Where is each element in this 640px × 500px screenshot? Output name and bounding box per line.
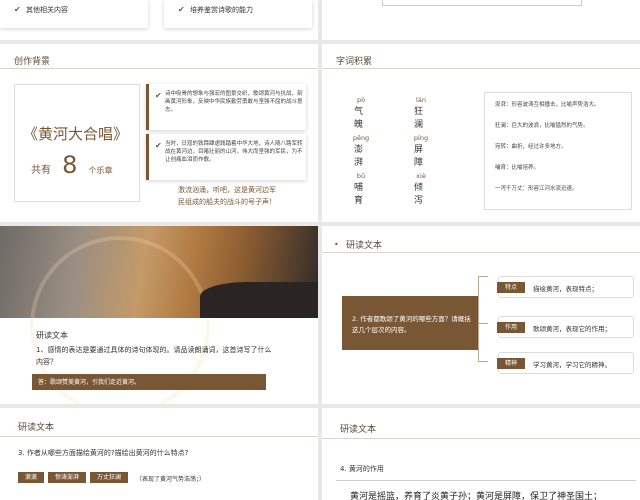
feature-tag: 万丈狂澜 <box>90 472 128 483</box>
item-label: 其他相关内容 <box>26 6 68 14</box>
question-text: 1、感情的表达是要通过具体的诗句体现的。请品读朗诵词，这首诗写了什么内容？ <box>36 346 272 366</box>
pinyin: pēng <box>352 134 370 142</box>
word: 屏 障 <box>413 145 428 168</box>
slide-title: 研读文本 <box>346 241 383 251</box>
word-cell: pò 气 魄 <box>346 96 376 130</box>
slide-top-right[interactable] <box>322 0 640 40</box>
rock <box>200 282 318 318</box>
slide-title: 字词积累 <box>336 57 373 67</box>
slide-reading-2[interactable]: • 研读文本 2. 作者都歌颂了黄河的哪些方面？请概括这几个层次的内容。 特点 … <box>322 226 640 404</box>
pinyin: xiè <box>416 172 426 180</box>
caption-line: 民组成的船夫的战斗的号子声！ <box>178 198 276 206</box>
aspect-tag: 精神 <box>497 358 525 369</box>
empty-card <box>382 0 582 6</box>
word-cell: lán 狂 澜 <box>406 96 436 130</box>
point-text: 当时，日寇的铁蹄肆虐践踏着中华大地，诗人随八路军转战在黄河边，目睹壮丽的山河，伟… <box>165 141 303 163</box>
caption: 激流汹涌，听吧，这是黄河边军 民组成的船夫的战斗的号子声！ <box>152 184 302 208</box>
waterfall-photo <box>0 226 318 404</box>
title-divider <box>322 68 640 69</box>
caption-line: 激流汹涌，听吧，这是黄河边军 <box>178 186 276 194</box>
word-cell: pēng 澎 湃 <box>346 134 376 168</box>
connector-line <box>478 323 488 324</box>
word-cell: píng 屏 障 <box>406 134 436 168</box>
slide-creation-background[interactable]: 创作背景 《黄河大合唱》 共有 8 个乐章 ✔ 诗中吸骨的想象与强宏的图景交织，… <box>0 44 318 222</box>
connector-line <box>478 276 488 362</box>
pinyin: pò <box>356 96 366 104</box>
movement-count: 8 <box>62 151 78 179</box>
definition-card: 澎湃：形容波涛互相撞击，比喻声势浩大。 狂澜：巨大的波浪，比喻猛烈的气势。 宛转… <box>484 92 632 210</box>
aspect-text: 歌颂黄河，表现它的作用； <box>533 325 611 333</box>
feature-note: （表现了黄河气势浩荡；） <box>136 476 206 483</box>
word: 澎 湃 <box>353 145 368 168</box>
title-divider <box>322 252 640 253</box>
aspect-row: 精神 学习黄河，学习它的精神。 <box>497 352 634 374</box>
content-card-left: ✔ 其他相关内容 <box>0 0 148 28</box>
answer-box: 答：歌颂赞美黄河，引我们走近黄河。 <box>32 374 266 390</box>
aspect-text: 学习黄河，学习它的精神。 <box>533 361 611 369</box>
title-divider <box>0 436 318 437</box>
feature-tag: 滚滚 <box>18 472 44 483</box>
body-text: 黄河是摇篮，养育了炎黄子孙；黄河是屏障，保卫了神圣国土； <box>350 492 603 500</box>
word-grid: pò 气 魄 lán 狂 澜 pēng 澎 湃 píng 屏 障 bǔ 哺 育 xiè 倾 … <box>332 82 478 212</box>
movement-prefix: 共有 <box>31 165 51 176</box>
check-icon: ✔ <box>178 5 185 14</box>
point-card-2: ✔ 当时，日寇的铁蹄肆虐践踏着中华大地，诗人随八路军转战在黄河边，目睹壮丽的山河… <box>146 134 306 180</box>
slide-reading-3[interactable]: 研读文本 3. 作者从哪些方面描绘黄河的?描绘出黄河的什么特点? 滚滚 惊涛澎湃… <box>0 408 318 500</box>
aspect-text: 描绘黄河，表现特点； <box>533 285 598 293</box>
title-divider <box>322 438 640 439</box>
question-text: 3. 作者从哪些方面描绘黄河的?描绘出黄河的什么特点? <box>18 449 189 457</box>
center-question: 2. 作者都歌颂了黄河的哪些方面？请概括这几个层次的内容。 <box>352 315 471 334</box>
word-cell: xiè 倾 泻 <box>406 172 436 206</box>
check-icon: ✔ <box>155 141 162 150</box>
definition-list: 澎湃：形容波涛互相撞击，比喻声势浩大。 狂澜：巨大的波浪，比喻猛烈的气势。 宛转… <box>495 101 629 194</box>
pinyin: lán <box>416 96 426 104</box>
definition-item: 哺育：比喻培养。 <box>495 165 540 171</box>
slide-reading-1[interactable]: 研读文本 1、感情的表达是要通过具体的诗句体现的。请品读朗诵词，这首诗写了什么内… <box>0 226 318 404</box>
slide-reading-4[interactable]: 研读文本 4. 黄河的作用 黄河是摇篮，养育了炎黄子孙；黄河是屏障，保卫了神圣国… <box>322 408 640 500</box>
content-card-right: ✔ 培养鉴赏诗歌的能力 <box>164 0 312 28</box>
definition-item: 澎湃：形容波涛互相撞击，比喻声势浩大。 <box>495 102 600 108</box>
point-text: 诗中吸骨的想象与强宏的图景交织，歌颂黄河与抗战，刻画黄河形象，反映中华民族勤劳勇… <box>165 91 303 113</box>
pinyin: píng <box>413 134 429 142</box>
book-title: 《黄河大合唱》 <box>23 125 129 143</box>
check-icon: ✔ <box>155 91 162 100</box>
slide-vocabulary[interactable]: 字词积累 pò 气 魄 lán 狂 澜 pēng 澎 湃 píng 屏 障 bǔ 哺 育 … <box>322 44 640 222</box>
pinyin: bǔ <box>356 172 366 180</box>
word: 倾 泻 <box>413 183 428 206</box>
slide-1[interactable]: ✔ 其他相关内容 ✔ 培养鉴赏诗歌的能力 <box>0 0 318 40</box>
movement-count-line: 共有 8 个乐章 <box>31 151 112 179</box>
aspect-tag: 特点 <box>497 282 525 293</box>
title-bullet: • <box>334 240 339 249</box>
check-icon: ✔ <box>14 5 21 14</box>
word-cell: bǔ 哺 育 <box>346 172 376 206</box>
feature-tag: 惊涛澎湃 <box>48 472 86 483</box>
item-label: 培养鉴赏诗歌的能力 <box>190 6 253 14</box>
point-card-1: ✔ 诗中吸骨的想象与强宏的图景交织，歌颂黄河与抗战，刻画黄河形象，反映中华民族勤… <box>146 84 306 130</box>
definition-item: 宛转：曲折，经过许多地方。 <box>495 144 567 150</box>
slide-title: 研读文本 <box>340 425 377 435</box>
slide-title: 研读文本 <box>18 423 55 433</box>
aspect-row: 特点 描绘黄河，表现特点； <box>497 276 634 298</box>
body-text-box: 黄河是摇篮，养育了炎黄子孙；黄河是屏障，保卫了神圣国土； <box>336 480 636 500</box>
word: 狂 澜 <box>413 107 428 130</box>
definition-item: 狂澜：巨大的波浪，比喻猛烈的气势。 <box>495 123 589 129</box>
definition-item: 一泻千万丈：形容江河水流迅速。 <box>495 186 578 192</box>
aspect-row: 作用 歌颂黄河，表现它的作用； <box>497 316 634 338</box>
movement-suffix: 个乐章 <box>88 166 113 175</box>
center-question-box: 2. 作者都歌颂了黄河的哪些方面？请概括这几个层次的内容。 <box>342 296 478 350</box>
word: 哺 育 <box>353 183 368 206</box>
title-divider <box>0 68 318 69</box>
subtitle: 4. 黄河的作用 <box>340 465 384 473</box>
aspect-tag: 作用 <box>497 322 525 333</box>
section-label: 研读文本 <box>36 331 68 340</box>
word: 气 魄 <box>353 107 368 130</box>
slide-title: 创作背景 <box>14 57 51 67</box>
answer-text: 答：歌颂赞美黄河，引我们走近黄河。 <box>38 379 141 386</box>
book-title-card: 《黄河大合唱》 共有 8 个乐章 <box>14 84 140 202</box>
